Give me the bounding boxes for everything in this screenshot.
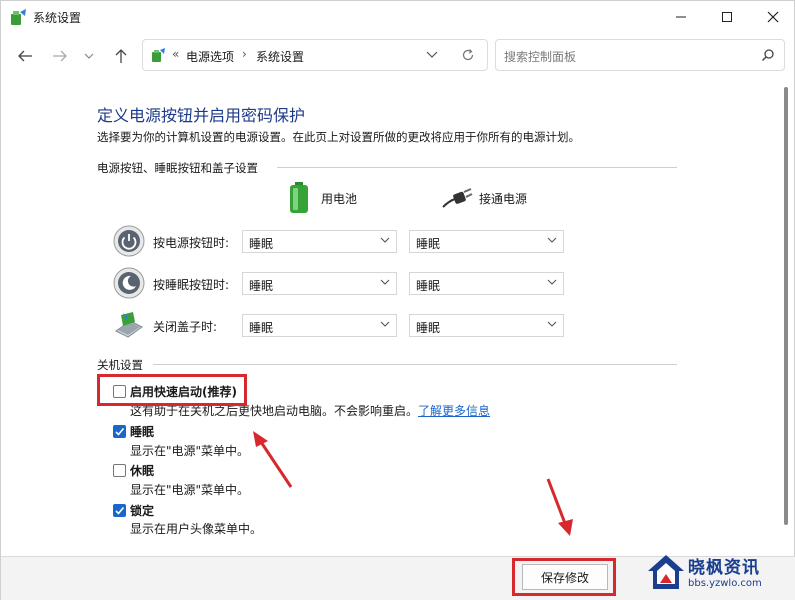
chevron-down-icon (380, 321, 390, 327)
window-title: 系统设置 (33, 11, 82, 25)
up-button[interactable] (109, 45, 133, 67)
close-icon (767, 11, 779, 23)
chevron-down-icon[interactable] (426, 51, 438, 59)
select-value: 睡眠 (249, 237, 274, 251)
section-divider (153, 364, 677, 365)
chevron-down-icon (380, 279, 390, 285)
select-value: 睡眠 (416, 321, 441, 335)
arrow-left-icon (18, 50, 32, 62)
buttons-section-heading: 电源按钮、睡眠按钮和盖子设置 (97, 161, 258, 175)
sleep-label[interactable]: 睡眠 (130, 423, 154, 440)
close-button[interactable] (750, 1, 795, 33)
arrow-right-icon (53, 50, 67, 62)
chevron-down-icon (547, 237, 557, 243)
annotation-arrow-icon (253, 431, 293, 488)
hibernate-checkbox[interactable] (113, 464, 126, 477)
hibernate-label[interactable]: 休眠 (130, 462, 154, 479)
sleep-button-icon (113, 267, 145, 299)
sleep-checkbox[interactable] (113, 425, 126, 438)
system-settings-window: 系统设置 « 电源选项 › 系统设置 搜索控制面板 定义电源按钮并启用密码保护 … (0, 0, 795, 600)
maximize-icon (722, 12, 732, 22)
select-value: 睡眠 (416, 237, 441, 251)
watermark-title: 晓枫资讯 (688, 558, 760, 578)
power-button-battery-select[interactable]: 睡眠 (242, 230, 397, 253)
chevron-down-icon (380, 237, 390, 243)
laptop-lid-icon (115, 312, 143, 338)
close-lid-label: 关闭盖子时: (153, 320, 218, 334)
lock-description: 显示在用户头像菜单中。 (130, 522, 263, 536)
arrow-up-icon (115, 49, 127, 63)
sleep-button-plugged-select[interactable]: 睡眠 (409, 272, 564, 295)
navigation-bar: « 电源选项 › 系统设置 搜索控制面板 (1, 37, 795, 75)
recent-locations-button[interactable] (81, 45, 97, 67)
minimize-icon (676, 16, 686, 18)
minimize-button[interactable] (658, 1, 704, 33)
section-divider (277, 167, 677, 168)
sleep-button-label: 按睡眠按钮时: (153, 278, 230, 292)
fast-startup-desc-text: 这有助于在关机之后更快地启动电脑。不会影响重启。 (130, 404, 419, 418)
power-button-label: 按电源按钮时: (153, 236, 230, 250)
highlight-box-fast-startup (97, 374, 247, 406)
forward-button[interactable] (48, 45, 72, 67)
search-box[interactable]: 搜索控制面板 (495, 39, 785, 71)
watermark-logo-icon (648, 555, 684, 589)
lock-checkbox[interactable] (113, 504, 126, 517)
close-lid-battery-select[interactable]: 睡眠 (242, 314, 397, 337)
chevron-down-icon (84, 53, 94, 59)
watermark: 晓枫资讯 bbs.yzwlo.com (644, 546, 794, 600)
scrollbar-thumb[interactable] (784, 87, 788, 525)
maximize-button[interactable] (704, 1, 750, 33)
sleep-button-battery-select[interactable]: 睡眠 (242, 272, 397, 295)
chevron-down-icon (547, 279, 557, 285)
page-description: 选择要为你的计算机设置的电源设置。在此页上对设置所做的更改将应用于你所有的电源计… (97, 130, 580, 144)
annotation-arrow-icon (546, 478, 573, 536)
hibernate-description: 显示在"电源"菜单中。 (130, 483, 250, 497)
shutdown-section-heading: 关机设置 (97, 358, 143, 372)
search-placeholder[interactable]: 搜索控制面板 (504, 48, 576, 65)
learn-more-link[interactable]: 了解更多信息 (418, 404, 490, 418)
checkmark-icon (115, 427, 125, 436)
refresh-icon[interactable] (461, 48, 475, 62)
power-options-icon (11, 9, 26, 25)
address-bar[interactable]: « 电源选项 › 系统设置 (142, 39, 488, 71)
power-button-icon (113, 225, 145, 257)
battery-icon (290, 182, 308, 213)
battery-column-label: 用电池 (321, 192, 358, 206)
highlight-box-save (512, 558, 616, 596)
plug-icon (442, 188, 473, 208)
breadcrumb-system-settings[interactable]: 系统设置 (256, 48, 304, 65)
title-bar: 系统设置 (1, 1, 795, 33)
close-lid-plugged-select[interactable]: 睡眠 (409, 314, 564, 337)
power-options-icon (152, 48, 165, 62)
breadcrumb-power-options[interactable]: 电源选项 (186, 48, 234, 65)
select-value: 睡眠 (416, 279, 441, 293)
sleep-description: 显示在"电源"菜单中。 (130, 444, 250, 458)
select-value: 睡眠 (249, 321, 274, 335)
breadcrumb-separator[interactable]: › (242, 47, 247, 61)
page-title: 定义电源按钮并启用密码保护 (97, 106, 306, 125)
plugged-in-column-label: 接通电源 (479, 192, 528, 206)
checkmark-icon (115, 506, 125, 515)
breadcrumb-overflow[interactable]: « (172, 47, 179, 61)
lock-label[interactable]: 锁定 (130, 502, 154, 519)
power-button-plugged-select[interactable]: 睡眠 (409, 230, 564, 253)
select-value: 睡眠 (249, 279, 274, 293)
back-button[interactable] (13, 45, 37, 67)
vertical-scrollbar[interactable] (780, 81, 792, 526)
chevron-down-icon (547, 321, 557, 327)
watermark-url: bbs.yzwlo.com (688, 578, 762, 589)
search-icon[interactable] (761, 48, 775, 62)
